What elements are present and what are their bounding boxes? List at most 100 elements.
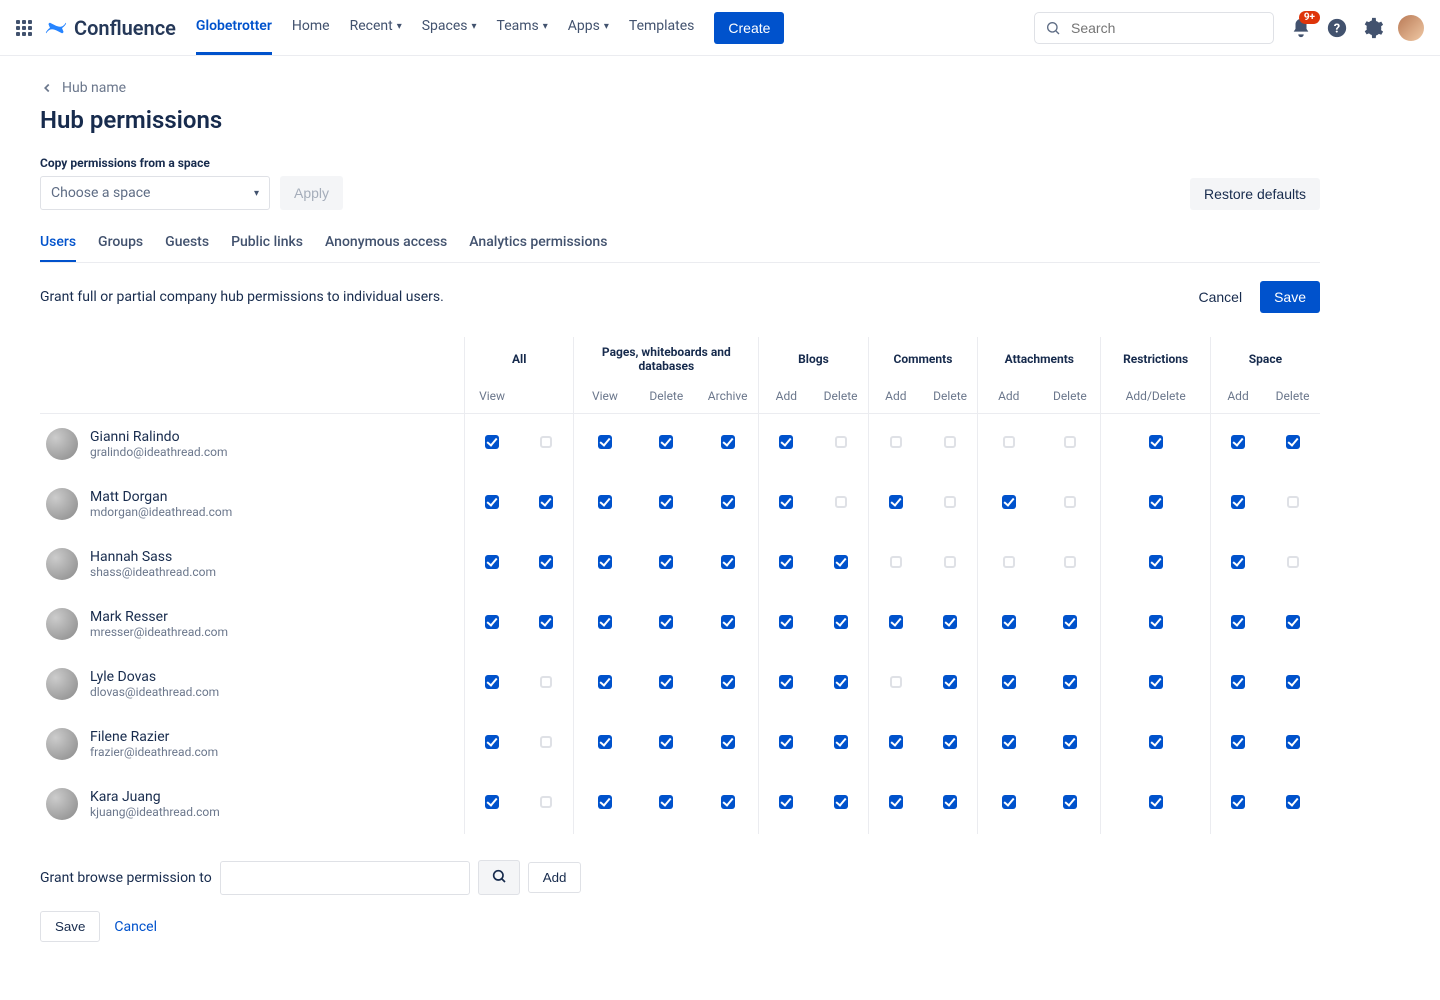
permission-checkbox[interactable] xyxy=(1287,556,1299,568)
permission-checkbox[interactable] xyxy=(1063,615,1077,629)
permission-checkbox[interactable] xyxy=(944,436,956,448)
permission-checkbox[interactable] xyxy=(1149,555,1163,569)
permission-checkbox[interactable] xyxy=(779,735,793,749)
permission-checkbox[interactable] xyxy=(485,675,499,689)
permission-checkbox[interactable] xyxy=(598,435,612,449)
permission-checkbox[interactable] xyxy=(834,675,848,689)
permission-checkbox[interactable] xyxy=(485,795,499,809)
permission-checkbox[interactable] xyxy=(721,675,735,689)
permission-checkbox[interactable] xyxy=(1231,675,1245,689)
nav-item-templates[interactable]: Templates xyxy=(629,0,695,55)
permission-checkbox[interactable] xyxy=(721,735,735,749)
permission-checkbox[interactable] xyxy=(835,436,847,448)
permission-checkbox[interactable] xyxy=(721,555,735,569)
permission-checkbox[interactable] xyxy=(889,735,903,749)
restore-defaults-button[interactable]: Restore defaults xyxy=(1190,178,1320,210)
permission-checkbox[interactable] xyxy=(1149,435,1163,449)
profile-avatar[interactable] xyxy=(1398,15,1424,41)
permission-checkbox[interactable] xyxy=(943,615,957,629)
permission-checkbox[interactable] xyxy=(659,555,673,569)
tab-groups[interactable]: Groups xyxy=(98,234,143,262)
permission-checkbox[interactable] xyxy=(539,495,553,509)
permission-checkbox[interactable] xyxy=(889,495,903,509)
bottom-cancel-button[interactable]: Cancel xyxy=(114,919,157,935)
permission-checkbox[interactable] xyxy=(943,735,957,749)
grant-browse-input[interactable] xyxy=(220,861,470,895)
save-button[interactable]: Save xyxy=(1260,281,1320,313)
permission-checkbox[interactable] xyxy=(659,435,673,449)
permission-checkbox[interactable] xyxy=(1286,435,1300,449)
permission-checkbox[interactable] xyxy=(1149,795,1163,809)
tab-public-links[interactable]: Public links xyxy=(231,234,303,262)
settings-icon[interactable] xyxy=(1362,17,1384,39)
permission-checkbox[interactable] xyxy=(1286,615,1300,629)
permission-checkbox[interactable] xyxy=(659,615,673,629)
permission-checkbox[interactable] xyxy=(721,795,735,809)
permission-checkbox[interactable] xyxy=(485,735,499,749)
permission-checkbox[interactable] xyxy=(659,795,673,809)
permission-checkbox[interactable] xyxy=(1231,435,1245,449)
nav-item-apps[interactable]: Apps▾ xyxy=(568,0,609,55)
permission-checkbox[interactable] xyxy=(834,555,848,569)
nav-item-recent[interactable]: Recent▾ xyxy=(350,0,402,55)
permission-checkbox[interactable] xyxy=(540,736,552,748)
permission-checkbox[interactable] xyxy=(944,556,956,568)
nav-item-spaces[interactable]: Spaces▾ xyxy=(422,0,477,55)
search-input[interactable] xyxy=(1069,19,1263,37)
permission-checkbox[interactable] xyxy=(1002,795,1016,809)
confluence-logo[interactable]: Confluence xyxy=(44,16,176,40)
permission-checkbox[interactable] xyxy=(598,615,612,629)
tab-analytics-permissions[interactable]: Analytics permissions xyxy=(469,234,607,262)
permission-checkbox[interactable] xyxy=(944,496,956,508)
permission-checkbox[interactable] xyxy=(659,495,673,509)
permission-checkbox[interactable] xyxy=(539,615,553,629)
permission-checkbox[interactable] xyxy=(721,435,735,449)
search-input-wrapper[interactable] xyxy=(1034,12,1274,44)
permission-checkbox[interactable] xyxy=(1064,556,1076,568)
permission-checkbox[interactable] xyxy=(485,555,499,569)
app-switcher-icon[interactable] xyxy=(16,20,32,36)
permission-checkbox[interactable] xyxy=(779,555,793,569)
permission-checkbox[interactable] xyxy=(1149,495,1163,509)
bottom-save-button[interactable]: Save xyxy=(40,911,100,942)
permission-checkbox[interactable] xyxy=(890,556,902,568)
permission-checkbox[interactable] xyxy=(485,615,499,629)
permission-checkbox[interactable] xyxy=(943,675,957,689)
permission-checkbox[interactable] xyxy=(779,435,793,449)
permission-checkbox[interactable] xyxy=(659,735,673,749)
permission-checkbox[interactable] xyxy=(889,795,903,809)
permission-checkbox[interactable] xyxy=(721,495,735,509)
permission-checkbox[interactable] xyxy=(539,555,553,569)
permission-checkbox[interactable] xyxy=(1064,436,1076,448)
permission-checkbox[interactable] xyxy=(1231,615,1245,629)
permission-checkbox[interactable] xyxy=(834,795,848,809)
permission-checkbox[interactable] xyxy=(834,735,848,749)
permission-checkbox[interactable] xyxy=(1003,436,1015,448)
permission-checkbox[interactable] xyxy=(1286,735,1300,749)
permission-checkbox[interactable] xyxy=(1231,555,1245,569)
permission-checkbox[interactable] xyxy=(779,795,793,809)
grant-add-button[interactable]: Add xyxy=(528,862,582,893)
tab-users[interactable]: Users xyxy=(40,234,76,262)
tab-anonymous-access[interactable]: Anonymous access xyxy=(325,234,447,262)
nav-item-home[interactable]: Home xyxy=(292,0,330,55)
permission-checkbox[interactable] xyxy=(1002,495,1016,509)
permission-checkbox[interactable] xyxy=(1149,735,1163,749)
permission-checkbox[interactable] xyxy=(890,436,902,448)
permission-checkbox[interactable] xyxy=(659,675,673,689)
permission-checkbox[interactable] xyxy=(1002,615,1016,629)
permission-checkbox[interactable] xyxy=(598,495,612,509)
permission-checkbox[interactable] xyxy=(1002,675,1016,689)
notifications-icon[interactable]: 9+ xyxy=(1290,17,1312,39)
permission-checkbox[interactable] xyxy=(779,495,793,509)
cancel-button[interactable]: Cancel xyxy=(1192,288,1248,306)
permission-checkbox[interactable] xyxy=(943,795,957,809)
permission-checkbox[interactable] xyxy=(834,615,848,629)
permission-checkbox[interactable] xyxy=(485,495,499,509)
create-button[interactable]: Create xyxy=(714,12,784,44)
help-icon[interactable]: ? xyxy=(1326,17,1348,39)
permission-checkbox[interactable] xyxy=(1231,735,1245,749)
permission-checkbox[interactable] xyxy=(1002,735,1016,749)
permission-checkbox[interactable] xyxy=(540,796,552,808)
permission-checkbox[interactable] xyxy=(1003,556,1015,568)
